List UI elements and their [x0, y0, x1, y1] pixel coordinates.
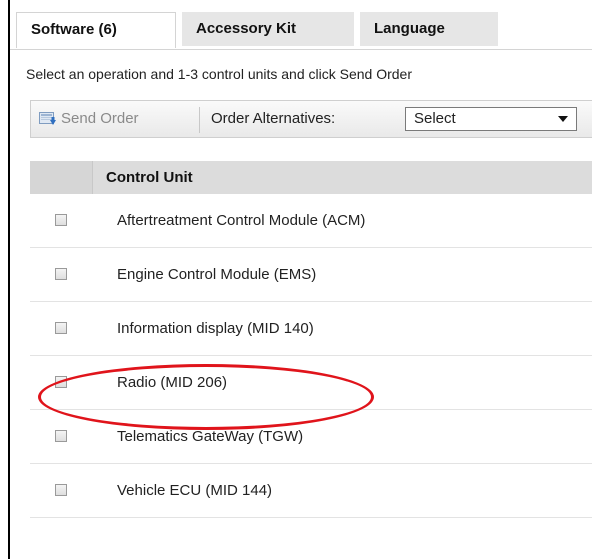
row-checkbox[interactable] — [55, 430, 67, 442]
table-row[interactable]: Engine Control Module (EMS) — [30, 248, 592, 302]
send-order-label: Send Order — [61, 110, 139, 127]
checkbox-column-header — [30, 161, 93, 194]
row-checkbox[interactable] — [55, 268, 67, 280]
row-checkbox[interactable] — [55, 376, 67, 388]
control-unit-header[interactable]: Control Unit — [106, 161, 193, 194]
row-checkbox[interactable] — [55, 214, 67, 226]
tab-bar: Software (6) Accessory Kit Language — [10, 0, 592, 50]
tab-software[interactable]: Software (6) — [16, 12, 176, 48]
control-unit-name: Vehicle ECU (MID 144) — [117, 482, 273, 499]
tab-language[interactable]: Language — [360, 12, 498, 46]
send-order-icon — [39, 111, 57, 126]
software-panel: Software (6) Accessory Kit Language Sele… — [8, 0, 592, 559]
control-unit-grid: Control Unit Aftertreatment Control Modu… — [30, 161, 592, 518]
table-row[interactable]: Aftertreatment Control Module (ACM) — [30, 194, 592, 248]
control-unit-name: Radio (MID 206) — [117, 374, 228, 391]
table-row[interactable]: Information display (MID 140) — [30, 302, 592, 356]
control-unit-name: Telematics GateWay (TGW) — [117, 428, 304, 445]
control-unit-name: Information display (MID 140) — [117, 320, 314, 337]
control-unit-name: Engine Control Module (EMS) — [117, 266, 317, 283]
table-row[interactable]: Telematics GateWay (TGW) — [30, 410, 592, 464]
table-row[interactable]: Vehicle ECU (MID 144) — [30, 464, 592, 518]
row-checkbox[interactable] — [55, 322, 67, 334]
grid-header: Control Unit — [30, 161, 592, 194]
order-alternatives-label: Order Alternatives: — [211, 110, 336, 127]
row-checkbox[interactable] — [55, 484, 67, 496]
instructions-text: Select an operation and 1-3 control unit… — [26, 66, 413, 82]
order-alternatives-select[interactable]: Select — [405, 107, 577, 131]
control-unit-name: Aftertreatment Control Module (ACM) — [117, 212, 366, 229]
send-order-button[interactable]: Send Order — [39, 107, 139, 131]
chevron-down-icon — [558, 116, 568, 122]
order-alternatives-value: Select — [414, 110, 456, 127]
tab-content: Select an operation and 1-3 control unit… — [10, 49, 592, 559]
table-row[interactable]: Radio (MID 206) — [30, 356, 592, 410]
toolbar-divider — [199, 107, 200, 133]
toolbar: Send Order Order Alternatives: Select — [30, 100, 592, 138]
tab-accessory-kit[interactable]: Accessory Kit — [182, 12, 354, 46]
